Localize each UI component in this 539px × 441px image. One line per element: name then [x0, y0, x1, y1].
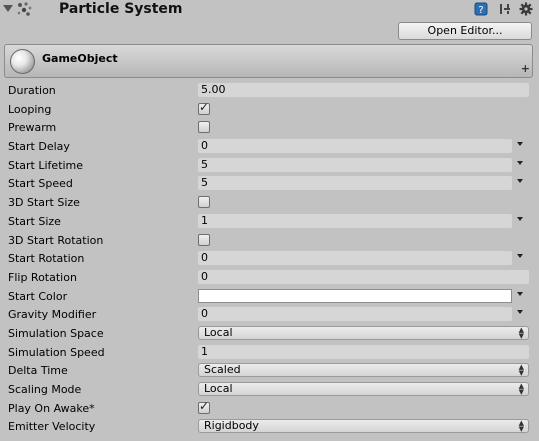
field-row-3d-start-rotation: 3D Start Rotation	[0, 231, 539, 250]
start-color-swatch[interactable]	[198, 288, 512, 303]
play-on-awake-checkbox[interactable]: ✓	[198, 398, 210, 414]
field-row-play-on-awake: Play On Awake* ✓	[0, 399, 539, 418]
add-module-button[interactable]: +	[521, 62, 530, 75]
component-title: Particle System	[59, 1, 183, 17]
dropdown-value: Rigidbody	[204, 419, 259, 433]
start-rotation-input[interactable]: 0	[198, 251, 512, 266]
simulation-space-dropdown[interactable]: Local ▲ ▼	[198, 325, 529, 340]
field-value: 1	[201, 344, 208, 358]
delta-time-dropdown[interactable]: Scaled ▲ ▼	[198, 363, 529, 378]
field-row-gravity-modifier: Gravity Modifier 0	[0, 305, 539, 324]
curve-mode-dropdown-icon[interactable]	[517, 160, 523, 165]
field-row-looping: Looping ✓	[0, 100, 539, 119]
3d-start-rotation-checkbox[interactable]	[198, 233, 210, 246]
curve-mode-dropdown-icon[interactable]	[517, 254, 523, 259]
field-row-start-size: Start Size 1	[0, 212, 539, 231]
scaling-mode-dropdown[interactable]: Local ▲ ▼	[198, 382, 529, 396]
field-value: 0	[201, 269, 208, 283]
particle-system-icon	[17, 2, 32, 16]
checkmark-icon: ✓	[199, 398, 210, 413]
field-row-duration: Duration 5.00	[0, 81, 539, 100]
preset-icon[interactable]	[498, 2, 512, 16]
field-row-delta-time: Delta Time Scaled ▲ ▼	[0, 361, 539, 380]
curve-mode-dropdown-icon[interactable]	[517, 179, 523, 184]
looping-checkbox[interactable]: ✓	[198, 99, 210, 115]
field-row-simulation-speed: Simulation Speed 1	[0, 343, 539, 362]
field-row-start-lifetime: Start Lifetime 5	[0, 156, 539, 175]
start-size-input[interactable]: 1	[198, 213, 512, 228]
module-header-gameobject[interactable]: GameObject +	[4, 44, 533, 78]
checkmark-icon: ✓	[199, 99, 210, 114]
start-lifetime-input[interactable]: 5	[198, 157, 512, 172]
open-editor-button[interactable]: Open Editor...	[398, 22, 532, 40]
field-row-start-color: Start Color	[0, 287, 539, 306]
field-value: 5.00	[201, 83, 226, 96]
field-label: Gravity Modifier	[8, 308, 97, 322]
curve-mode-dropdown-icon[interactable]	[517, 142, 523, 147]
field-value: 0	[201, 307, 208, 321]
svg-text:?: ?	[478, 5, 483, 16]
field-label: Prewarm	[8, 121, 57, 135]
field-label: Scaling Mode	[8, 383, 82, 396]
field-value: 5	[201, 157, 208, 171]
field-label: 3D Start Rotation	[8, 233, 104, 247]
start-speed-input[interactable]: 5	[198, 176, 512, 191]
field-row-simulation-space: Simulation Space Local ▲ ▼	[0, 324, 539, 343]
field-label: Start Delay	[8, 140, 70, 154]
module-title: GameObject	[42, 52, 118, 65]
field-label: Looping	[8, 102, 52, 116]
duration-input[interactable]: 5.00	[198, 83, 529, 97]
field-row-start-delay: Start Delay 0	[0, 137, 539, 156]
field-label: Duration	[8, 84, 56, 97]
prewarm-checkbox[interactable]	[198, 121, 210, 134]
field-label: Start Color	[8, 289, 68, 303]
field-label: Start Lifetime	[8, 158, 84, 172]
curve-mode-dropdown-icon[interactable]	[517, 216, 523, 221]
gravity-modifier-input[interactable]: 0	[198, 307, 512, 322]
field-row-flip-rotation: Flip Rotation 0	[0, 268, 539, 287]
field-label: Play On Awake*	[8, 401, 95, 415]
field-value: 1	[201, 213, 208, 227]
field-value: 5	[201, 176, 208, 190]
flip-rotation-input[interactable]: 0	[198, 269, 529, 284]
field-row-start-speed: Start Speed 5	[0, 174, 539, 193]
curve-mode-dropdown-icon[interactable]	[517, 310, 523, 315]
up-down-arrows-icon: ▲ ▼	[518, 325, 524, 340]
foldout-arrow-icon[interactable]	[3, 5, 13, 12]
field-label: Simulation Space	[8, 326, 104, 340]
field-label: Flip Rotation	[8, 270, 77, 284]
field-value: 0	[201, 139, 208, 153]
main-module-fields: Duration 5.00 Looping ✓ Prewarm Start Delay 0 S…	[0, 81, 539, 436]
up-down-arrows-icon: ▲ ▼	[518, 382, 524, 396]
dropdown-value: Local	[204, 325, 233, 339]
dropdown-value: Local	[204, 382, 233, 395]
start-delay-input[interactable]: 0	[198, 139, 512, 154]
gear-icon[interactable]	[519, 2, 533, 16]
up-down-arrows-icon: ▲ ▼	[518, 363, 524, 378]
color-mode-dropdown-icon[interactable]	[517, 291, 523, 296]
field-value: 0	[201, 251, 208, 265]
field-label: Start Size	[8, 214, 61, 228]
field-row-emitter-velocity: Emitter Velocity Rigidbody ▲ ▼	[0, 417, 539, 436]
field-label: 3D Start Size	[8, 196, 80, 210]
field-row-prewarm: Prewarm	[0, 118, 539, 137]
field-label: Delta Time	[8, 364, 68, 378]
field-row-3d-start-size: 3D Start Size	[0, 193, 539, 212]
simulation-speed-input[interactable]: 1	[198, 344, 529, 359]
dropdown-value: Scaled	[204, 363, 241, 377]
3d-start-size-checkbox[interactable]	[198, 196, 210, 209]
emitter-velocity-dropdown[interactable]: Rigidbody ▲ ▼	[198, 419, 529, 434]
field-label: Emitter Velocity	[8, 420, 96, 434]
field-row-start-rotation: Start Rotation 0	[0, 249, 539, 268]
field-label: Start Rotation	[8, 252, 85, 266]
component-header: Particle System ?	[0, 0, 539, 20]
field-label: Start Speed	[8, 177, 73, 191]
field-row-scaling-mode: Scaling Mode Local ▲ ▼	[0, 380, 539, 399]
sphere-preview-icon	[10, 49, 35, 74]
up-down-arrows-icon: ▲ ▼	[518, 419, 524, 434]
field-label: Simulation Speed	[8, 345, 105, 359]
help-icon[interactable]: ?	[474, 2, 488, 16]
